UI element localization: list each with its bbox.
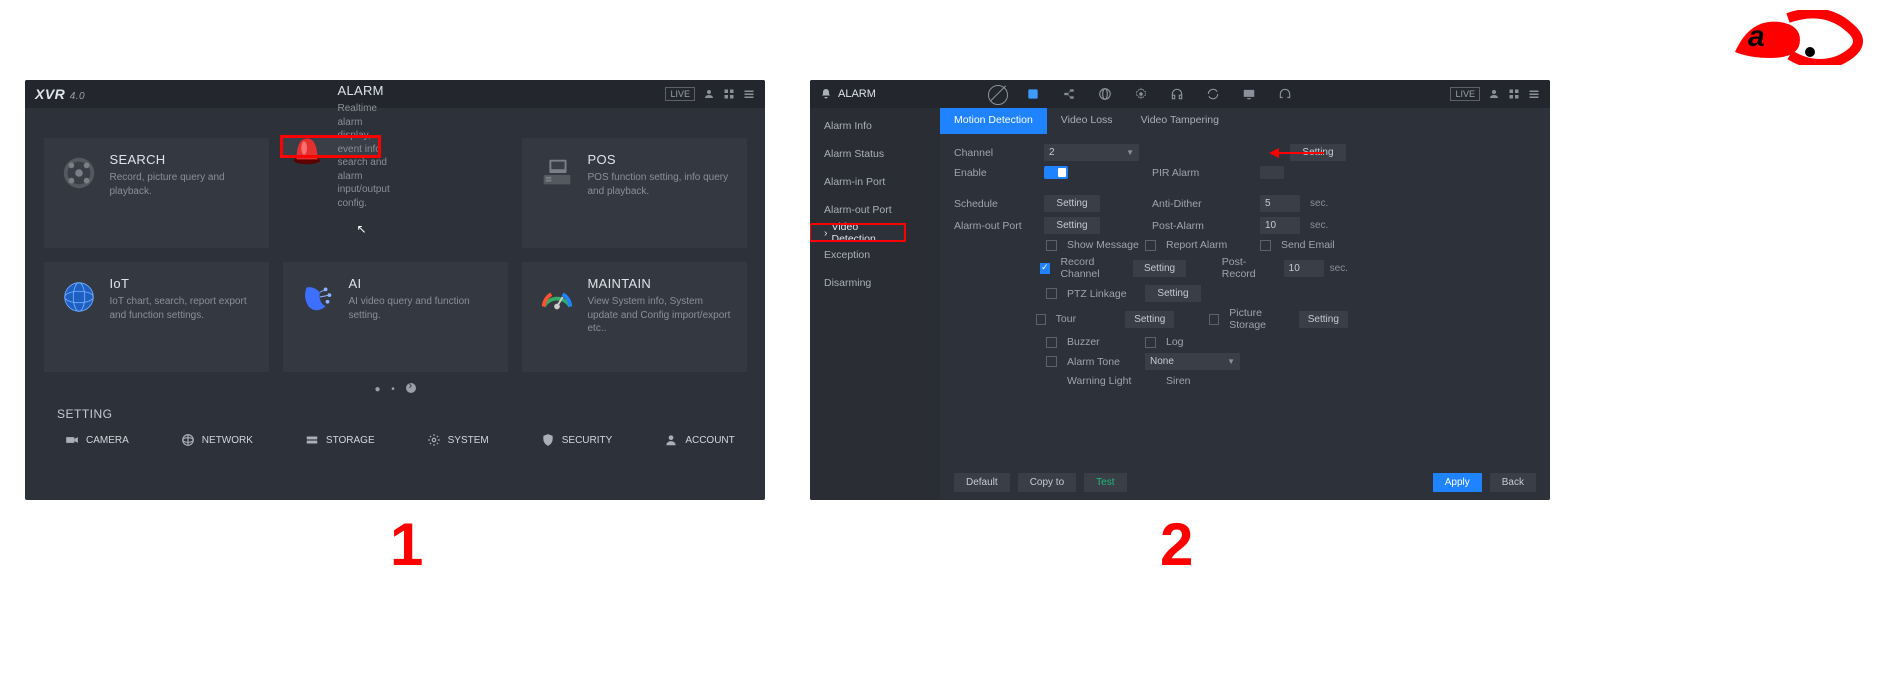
setting-security[interactable]: SECURITY — [541, 433, 613, 447]
support-tool-icon[interactable] — [1278, 87, 1292, 101]
disable-icon[interactable] — [990, 87, 1004, 101]
network-tool-icon[interactable] — [1062, 87, 1076, 101]
pir-toggle[interactable] — [1260, 166, 1284, 179]
refresh-tool-icon[interactable] — [1206, 87, 1220, 101]
card-maintain[interactable]: MAINTAINView System info, System update … — [522, 262, 747, 372]
live-badge: LIVE — [665, 87, 695, 101]
topbar-left: XVR 4.0 LIVE — [25, 80, 765, 108]
brand-text: XVR 4.0 — [35, 86, 85, 102]
live-badge: LIVE — [1450, 87, 1480, 101]
alarmtone-checkbox[interactable] — [1046, 356, 1057, 367]
sidebar-item-exception[interactable]: Exception — [810, 241, 940, 269]
picstore-checkbox[interactable] — [1209, 314, 1219, 325]
tab-motion-detection[interactable]: Motion Detection — [940, 108, 1047, 134]
maintain-icon — [538, 278, 576, 316]
schedule-setting-button[interactable]: Setting — [1044, 195, 1100, 212]
recchan-setting-button[interactable]: Setting — [1133, 260, 1185, 277]
log-checkbox[interactable] — [1145, 337, 1156, 348]
tour-checkbox[interactable] — [1036, 314, 1046, 325]
menu-icon[interactable] — [743, 88, 755, 100]
sidebar-item-alarm-info[interactable]: Alarm Info — [810, 112, 940, 140]
panel-alarm-settings: ALARM LIVE Alarm Info Alarm Status Alarm… — [810, 80, 1550, 500]
picstore-setting-button[interactable]: Setting — [1299, 311, 1348, 328]
ptz-checkbox[interactable] — [1046, 288, 1057, 299]
pagination-dots[interactable]: ● • — [25, 382, 765, 395]
setting-system[interactable]: SYSTEM — [427, 433, 489, 447]
tab-video-tampering[interactable]: Video Tampering — [1127, 108, 1233, 134]
card-search[interactable]: SEARCHRecord, picture query and playback… — [44, 138, 269, 248]
headset-tool-icon[interactable] — [1170, 87, 1184, 101]
postalarm-input[interactable] — [1260, 217, 1300, 234]
bell-icon — [820, 88, 832, 100]
grid-icon[interactable] — [1508, 88, 1520, 100]
grid-icon[interactable] — [723, 88, 735, 100]
enable-toggle[interactable] — [1044, 166, 1068, 179]
ai-tool-icon[interactable] — [1026, 87, 1040, 101]
setting-network[interactable]: NETWORK — [181, 433, 253, 447]
step-label-2: 2 — [1160, 510, 1193, 579]
sidebar-item-disarming[interactable]: Disarming — [810, 269, 940, 297]
sendemail-checkbox[interactable] — [1260, 240, 1271, 251]
sidebar-item-alarm-status[interactable]: Alarm Status — [810, 140, 940, 168]
enable-label: Enable — [954, 167, 1036, 179]
channel-select[interactable]: 2▼ — [1044, 144, 1139, 161]
ai-icon — [299, 278, 337, 316]
globe-tool-icon[interactable] — [1098, 87, 1112, 101]
buzzer-checkbox[interactable] — [1046, 337, 1057, 348]
step-label-1: 1 — [390, 510, 423, 579]
schedule-label: Schedule — [954, 198, 1036, 210]
unit-sec: sec. — [1310, 198, 1348, 209]
antidither-input[interactable] — [1260, 195, 1300, 212]
brand-logo: a — [1730, 10, 1870, 65]
showmsg-checkbox[interactable] — [1046, 240, 1057, 251]
monitor-tool-icon[interactable] — [1242, 87, 1256, 101]
back-button[interactable]: Back — [1490, 473, 1536, 492]
iot-icon — [60, 278, 98, 316]
card-ai[interactable]: AIAI video query and function setting. — [283, 262, 508, 372]
region-setting-button[interactable]: Setting — [1290, 144, 1346, 161]
sidebar-item-alarm-in-port[interactable]: Alarm-in Port — [810, 168, 940, 196]
menu-icon[interactable] — [1528, 88, 1540, 100]
alarm-icon — [288, 129, 326, 167]
tab-video-loss[interactable]: Video Loss — [1047, 108, 1127, 134]
card-pos[interactable]: POSPOS function setting, info query and … — [522, 138, 747, 248]
ptz-setting-button[interactable]: Setting — [1145, 285, 1201, 302]
cursor-icon: ↖ — [357, 222, 367, 236]
channel-label: Channel — [954, 147, 1036, 159]
card-alarm[interactable]: ALARMRealtime alarm display, event info … — [283, 138, 378, 155]
setting-storage[interactable]: STORAGE — [305, 433, 375, 447]
copyto-button[interactable]: Copy to — [1018, 473, 1076, 492]
pir-label: PIR Alarm — [1152, 167, 1252, 179]
alarmout-label: Alarm-out Port — [954, 220, 1036, 232]
setting-header: SETTING — [25, 395, 765, 429]
topbar-right: ALARM LIVE — [810, 80, 1550, 108]
default-button[interactable]: Default — [954, 473, 1010, 492]
test-button[interactable]: Test — [1084, 473, 1126, 492]
panel-main-menu: XVR 4.0 LIVE SEARCHRecord, picture query… — [25, 80, 765, 500]
postrec-input[interactable] — [1284, 260, 1324, 277]
recchan-checkbox[interactable] — [1040, 263, 1050, 274]
gear-tool-icon[interactable] — [1134, 87, 1148, 101]
svg-text:a: a — [1748, 20, 1765, 53]
pos-icon — [538, 154, 576, 192]
postalarm-label: Post-Alarm — [1152, 220, 1252, 232]
alarm-sidebar: Alarm Info Alarm Status Alarm-in Port Al… — [810, 108, 940, 500]
report-checkbox[interactable] — [1145, 240, 1156, 251]
alarmtone-select[interactable]: None▼ — [1145, 353, 1240, 370]
setting-camera[interactable]: CAMERA — [65, 433, 129, 447]
apply-button[interactable]: Apply — [1433, 473, 1482, 492]
alarmout-setting-button[interactable]: Setting — [1044, 217, 1100, 234]
sidebar-item-video-detection[interactable]: ›Video Detection — [810, 224, 905, 241]
user-icon[interactable] — [1488, 88, 1500, 100]
user-icon[interactable] — [703, 88, 715, 100]
card-iot[interactable]: IoTIoT chart, search, report export and … — [44, 262, 269, 372]
search-icon — [60, 154, 98, 192]
tour-setting-button[interactable]: Setting — [1125, 311, 1174, 328]
antidither-label: Anti-Dither — [1152, 198, 1252, 210]
setting-account[interactable]: ACCOUNT — [664, 433, 734, 447]
settings-content: Motion Detection Video Loss Video Tamper… — [940, 108, 1550, 500]
